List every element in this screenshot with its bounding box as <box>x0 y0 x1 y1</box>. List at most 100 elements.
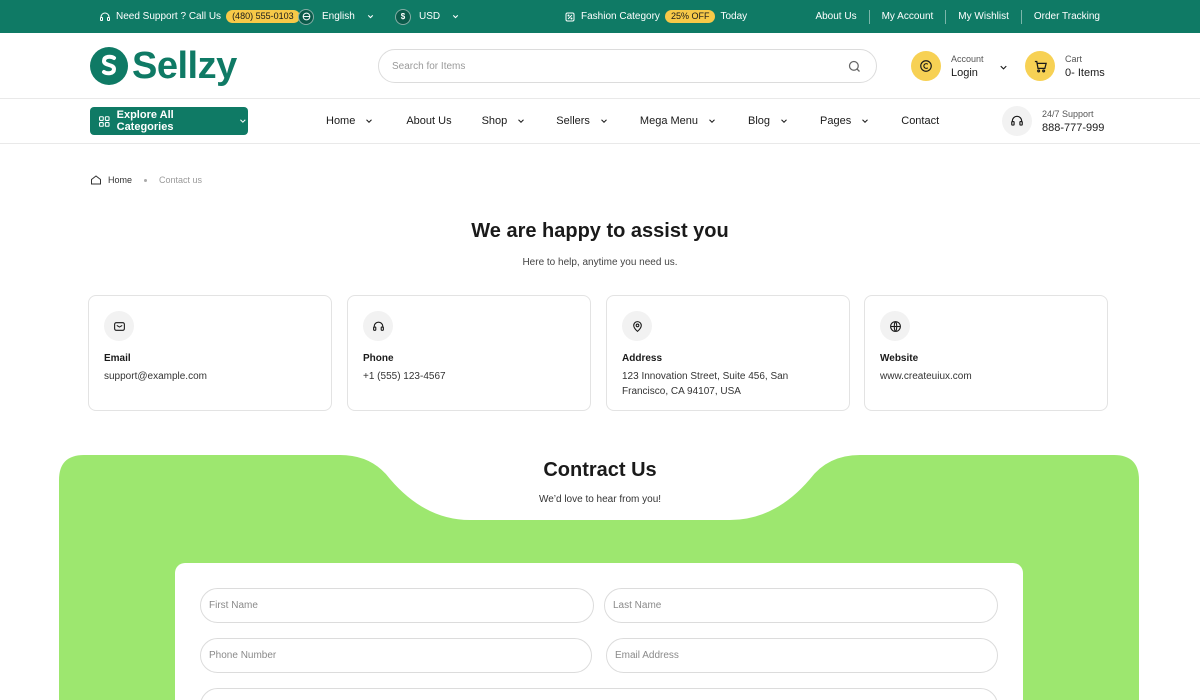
nav-item-label: Mega Menu <box>639 115 699 127</box>
nav-item-shop[interactable]: Shop <box>482 115 527 127</box>
phone-field <box>200 638 592 673</box>
support-info: Need Support ? Call Us (480) 555-0103 <box>99 0 300 33</box>
chevron-down-icon <box>240 119 246 123</box>
home-icon <box>91 175 101 185</box>
page-subtitle: Here to help, anytime you need us. <box>522 257 678 268</box>
page-title: We are happy to assist you <box>471 220 729 242</box>
nav-item-home[interactable]: Home <box>326 115 374 127</box>
top-link-my-wishlist[interactable]: My Wishlist <box>945 9 1021 24</box>
contact-card-address: Address 123 Innovation Street, Suite 456… <box>606 295 850 411</box>
nav-item-label: Home <box>326 115 356 127</box>
contact-subtitle: We’d love to hear from you! <box>538 494 662 505</box>
last-name-field <box>604 588 998 623</box>
last-name-input[interactable] <box>613 589 989 622</box>
contact-card-email: Email support@example.com <box>88 295 332 411</box>
top-link-my-account[interactable]: My Account <box>868 9 946 24</box>
search-icon[interactable] <box>847 59 862 74</box>
promo-banner[interactable]: Fashion Category 25% OFF Today <box>564 0 747 33</box>
support-label: Need Support ? Call Us <box>116 11 222 22</box>
explore-categories-button[interactable]: Explore All Categories <box>90 107 248 135</box>
cart-button[interactable]: Cart 0- Items <box>1025 51 1105 81</box>
card-label: Address <box>622 353 663 364</box>
card-value[interactable]: support@example.com <box>104 369 314 384</box>
email-input[interactable] <box>615 639 989 672</box>
language-flag-icon <box>298 8 314 25</box>
cart-label: Cart <box>1065 54 1083 64</box>
account-text: Account Login <box>951 52 984 80</box>
currency-selector[interactable]: $ USD <box>395 0 460 33</box>
language-selector[interactable]: English <box>298 0 375 33</box>
contact-form <box>175 563 1023 700</box>
breadcrumb: Home Contact us <box>90 174 202 186</box>
nav-item-contact[interactable]: Contact <box>901 115 939 127</box>
card-label: Email <box>104 353 131 364</box>
breadcrumb-home[interactable]: Home <box>108 175 132 185</box>
nav-item-pages[interactable]: Pages <box>820 115 870 127</box>
promo-label: Fashion Category <box>581 11 660 22</box>
first-name-field <box>200 588 594 623</box>
location-pin-icon <box>622 311 652 341</box>
logo-mark-icon <box>90 47 128 85</box>
grid-icon <box>99 115 110 127</box>
user-icon <box>911 51 941 81</box>
card-label: Website <box>880 353 919 364</box>
top-links: About Us My Account My Wishlist Order Tr… <box>815 0 1100 33</box>
support-contact[interactable]: 24/7 Support 888-777-999 <box>1002 106 1104 136</box>
chevron-down-icon <box>452 14 459 19</box>
search-bar <box>378 49 877 83</box>
card-value[interactable]: www.createuiux.com <box>880 369 1090 384</box>
chevron-down-icon <box>709 119 715 123</box>
nav-menu: Home About Us Shop Sellers Mega Menu Blo… <box>326 99 939 143</box>
globe-icon <box>880 311 910 341</box>
search-input[interactable] <box>392 50 832 82</box>
contact-title: Contract Us <box>543 459 657 481</box>
first-name-input[interactable] <box>209 589 585 622</box>
phone-input[interactable] <box>209 639 583 672</box>
headset-icon <box>100 12 110 21</box>
top-bar: Need Support ? Call Us (480) 555-0103 En… <box>0 0 1200 33</box>
language-label: English <box>322 11 355 22</box>
nav-item-label: Contact <box>901 115 940 127</box>
cart-icon <box>1025 51 1055 81</box>
nav-item-blog[interactable]: Blog <box>748 115 789 127</box>
account-label: Account <box>951 54 984 64</box>
chevron-down-icon <box>367 14 373 19</box>
nav-item-label: Shop <box>481 115 508 127</box>
logo[interactable]: Sellzy <box>90 46 237 86</box>
nav-item-sellers[interactable]: Sellers <box>556 115 609 127</box>
top-link-order-tracking[interactable]: Order Tracking <box>1020 9 1100 24</box>
message-input[interactable] <box>209 689 989 700</box>
card-value: 123 Innovation Street, Suite 456, San Fr… <box>622 371 789 397</box>
nav-item-about-us[interactable]: About Us <box>406 115 451 127</box>
top-link-about-us[interactable]: About Us <box>815 10 868 24</box>
tag-icon <box>565 12 575 21</box>
contact-card-website: Website www.createuiux.com <box>864 295 1108 411</box>
promo-badge: 25% OFF <box>664 10 716 23</box>
account-menu[interactable]: Account Login <box>911 51 1009 81</box>
breadcrumb-current: Contact us <box>159 175 203 185</box>
support-phone-badge[interactable]: (480) 555-0103 <box>226 10 300 23</box>
logo-text: Sellzy <box>132 45 237 87</box>
breadcrumb-separator <box>144 178 148 182</box>
card-label: Phone <box>363 353 394 364</box>
headset-icon <box>1002 106 1032 136</box>
nav-item-label: Blog <box>748 115 771 127</box>
nav-item-label: Pages <box>820 115 852 127</box>
cart-text: Cart 0- Items <box>1065 52 1105 80</box>
nav-item-label: Sellers <box>556 115 590 127</box>
email-field <box>606 638 998 673</box>
support-text: 24/7 Support 888-777-999 <box>1042 107 1104 135</box>
nav-item-label: About Us <box>406 115 452 127</box>
chevron-down-icon <box>366 119 373 123</box>
chevron-down-icon <box>862 119 869 123</box>
chevron-down-icon <box>601 119 607 123</box>
chevron-down-icon <box>781 119 787 123</box>
promo-suffix: Today <box>720 11 748 22</box>
support-phone: 888-777-999 <box>1042 122 1105 134</box>
mail-icon <box>104 311 134 341</box>
nav-item-mega-menu[interactable]: Mega Menu <box>640 115 717 127</box>
currency-icon: $ <box>395 8 411 25</box>
card-value[interactable]: +1 (555) 123-4567 <box>363 369 573 384</box>
contact-card-phone: Phone +1 (555) 123-4567 <box>347 295 591 411</box>
chevron-down-icon <box>518 119 525 123</box>
